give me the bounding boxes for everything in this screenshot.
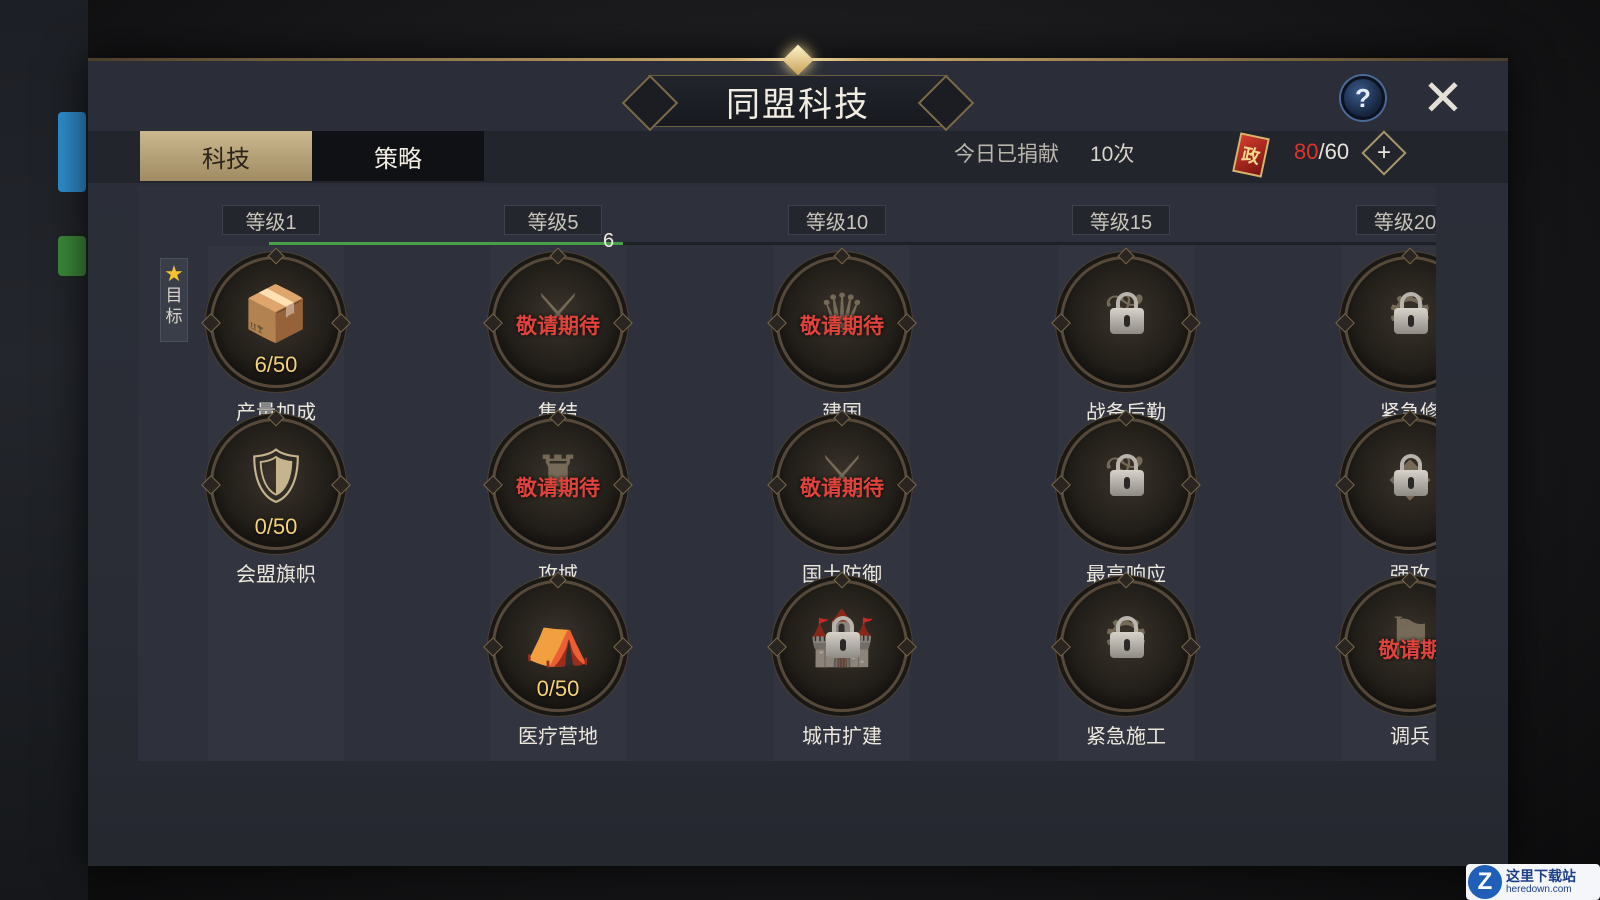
background-blob-green — [58, 236, 86, 276]
donation-count: 10次 — [1090, 143, 1135, 166]
tech-node-medical-camp[interactable]: ⛺ 0/50 医疗营地 — [488, 571, 628, 748]
tech-node-siege[interactable]: ♜ 敬请期待 攻城 — [488, 409, 628, 586]
plus-icon: + — [1376, 139, 1392, 166]
coming-soon-label: 敬请期待 — [516, 477, 600, 500]
background-left — [0, 0, 88, 900]
level-tag-20: 等级20 — [1356, 205, 1436, 235]
node-name: 调兵 — [1390, 726, 1430, 748]
lock-icon — [1110, 616, 1144, 658]
level-tag-10: 等级10 — [788, 205, 886, 235]
level-tag-15: 等级15 — [1072, 205, 1170, 235]
eagle-shield-icon: 🛡 — [241, 446, 311, 506]
level-progress-value: 6 — [603, 230, 615, 252]
tech-node-territory-defense[interactable]: ⚔ 敬请期待 国土防御 — [772, 409, 912, 586]
lock-icon — [1394, 454, 1428, 496]
token-current: 80 — [1294, 139, 1319, 164]
coming-soon-label: 敬请期 — [1378, 639, 1437, 662]
lock-icon — [1110, 454, 1144, 496]
tech-node-emergency-repair[interactable]: ⚙ 紧急修 — [1340, 247, 1436, 424]
tab-tech[interactable]: 科技 — [140, 131, 312, 181]
node-name: 紧急施工 — [1086, 726, 1166, 748]
coming-soon-label: 敬请期待 — [516, 315, 600, 338]
token-glyph: 政 — [1239, 144, 1262, 168]
token-count: 80/60 — [1294, 139, 1349, 165]
node-name: 城市扩建 — [802, 726, 882, 748]
tab-strategy[interactable]: 策略 — [312, 131, 484, 181]
tech-node-alliance-banner[interactable]: 🛡 0/50 会盟旗帜 — [206, 409, 346, 586]
tech-node-emergency-construction[interactable]: ⚙ 紧急施工 — [1056, 571, 1196, 748]
level-progress-fill — [269, 242, 623, 245]
coming-soon-label: 敬请期待 — [800, 477, 884, 500]
page-title: 同盟科技 — [726, 85, 870, 124]
level-tag-5: 等级5 — [504, 205, 602, 235]
tab-strategy-label: 策略 — [374, 145, 422, 173]
close-icon: ✕ — [1422, 70, 1464, 126]
donation-label: 今日已捐献 — [954, 143, 1059, 166]
background-blob-blue — [58, 112, 86, 192]
watermark-en: heredown.com — [1506, 884, 1572, 895]
tech-node-city-expansion[interactable]: 🏰 城市扩建 — [772, 571, 912, 748]
lock-icon — [1110, 292, 1144, 334]
title-plate: 同盟科技 — [648, 75, 948, 127]
target-tab-label-2: 标 — [165, 307, 183, 326]
resource-crates-icon: 📦 — [242, 284, 310, 344]
star-icon: ★ — [164, 261, 184, 286]
target-tab[interactable]: ★ 目 标 — [160, 258, 188, 342]
alliance-tech-panel: 同盟科技 ? ✕ 科技 策略 今日已捐献 10次 政 80/60 + 等级1 等… — [88, 44, 1508, 866]
watermark-cn: 这里下载站 — [1506, 868, 1576, 884]
coming-soon-label: 敬请期待 — [800, 315, 884, 338]
target-tab-label-1: 目 — [165, 286, 183, 305]
tech-node-war-logistics[interactable]: ❦ 战备后勤 — [1056, 247, 1196, 424]
level-tag-1: 等级1 — [222, 205, 320, 235]
tech-node-production-boost[interactable]: 📦 6/50 产量加成 — [206, 247, 346, 424]
tech-node-top-response[interactable]: ❦ 最高响应 — [1056, 409, 1196, 586]
node-name: 医疗营地 — [518, 726, 598, 748]
token-max: 60 — [1324, 139, 1350, 164]
medical-tent-icon: ⛺ — [524, 608, 592, 668]
site-watermark: Z 这里下载站 heredown.com — [1466, 864, 1600, 900]
question-icon: ? — [1355, 82, 1371, 113]
node-progress: 6/50 — [254, 352, 298, 377]
help-button[interactable]: ? — [1341, 76, 1385, 120]
crown-gem-icon — [782, 44, 814, 76]
watermark-logo-icon: Z — [1468, 865, 1502, 899]
tech-tree[interactable]: 等级1 等级5 等级10 等级15 等级20 6 ★ 目 标 📦 6/50 产量… — [138, 186, 1436, 761]
tech-node-assault[interactable]: ◆ 强攻 — [1340, 409, 1436, 586]
node-name: 会盟旗帜 — [236, 564, 316, 586]
tech-node-found-nation[interactable]: ♛ 敬请期待 建国 — [772, 247, 912, 424]
tech-node-rally[interactable]: ⚔ 敬请期待 集结 — [488, 247, 628, 424]
lock-icon — [1394, 292, 1428, 334]
node-progress: 0/50 — [536, 676, 580, 701]
lock-icon — [826, 616, 860, 658]
tab-tech-label: 科技 — [202, 145, 250, 173]
close-button[interactable]: ✕ — [1418, 73, 1468, 123]
tech-node-troop-dispatch[interactable]: ⚑ 敬请期 调兵 — [1340, 571, 1437, 748]
node-progress: 0/50 — [254, 514, 298, 539]
